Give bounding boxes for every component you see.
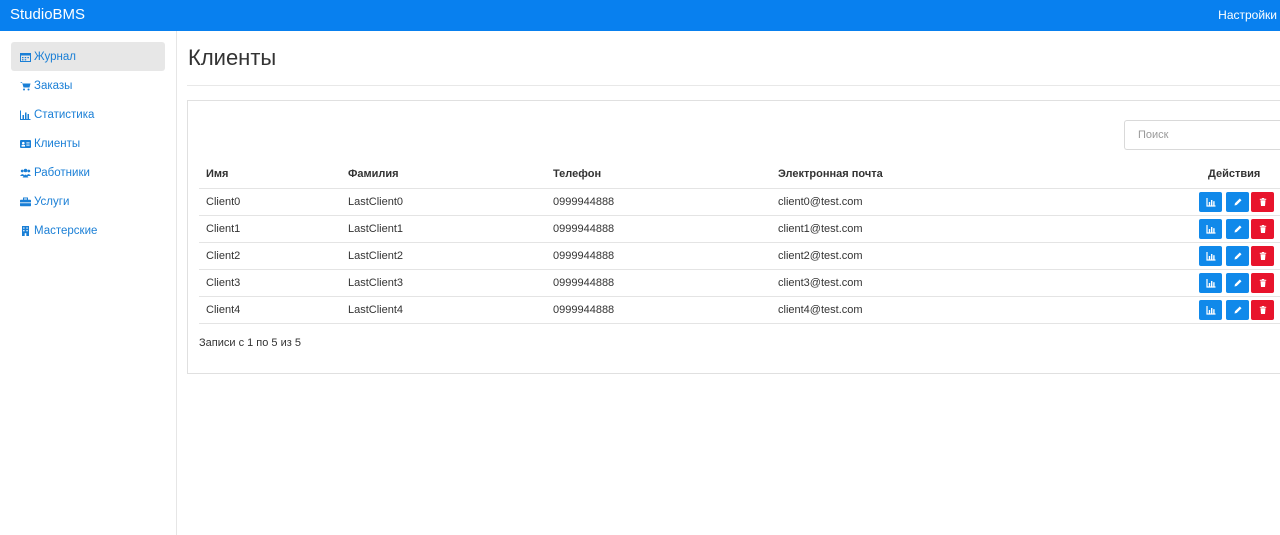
cell-first-name: Client1: [206, 223, 241, 235]
cart-icon: [20, 81, 31, 90]
clients-panel: Имя Фамилия Телефон Электронная почта Де…: [187, 100, 1280, 374]
cell-phone: 0999944888: [553, 277, 615, 289]
sidebar-item-workers[interactable]: Работники: [11, 158, 165, 187]
sidebar-item-label: Работники: [34, 166, 90, 179]
cell-phone: 0999944888: [553, 250, 615, 262]
contact-card-icon: [20, 139, 31, 148]
sidebar-item-label: Услуги: [34, 195, 70, 208]
cell-email: client0@test.com: [778, 196, 863, 208]
row-delete-button[interactable]: [1251, 192, 1274, 212]
column-header-last-name[interactable]: Фамилия: [348, 168, 399, 180]
cell-last-name: LastClient2: [348, 250, 404, 262]
sidebar-item-statistics[interactable]: Статистика: [11, 100, 165, 129]
cell-phone: 0999944888: [553, 223, 615, 235]
bar-chart-icon: [1205, 198, 1215, 207]
trash-icon: [1259, 279, 1266, 287]
brand-link[interactable]: StudioBMS: [10, 6, 85, 23]
cell-first-name: Client4: [206, 304, 241, 316]
search-input[interactable]: [1124, 120, 1280, 150]
row-divider: [199, 296, 1280, 297]
row-delete-button[interactable]: [1251, 300, 1274, 320]
row-stats-button[interactable]: [1199, 273, 1222, 293]
cell-email: client1@test.com: [778, 223, 863, 235]
column-header-email[interactable]: Электронная почта: [778, 168, 883, 180]
pencil-icon: [1234, 306, 1241, 314]
sidebar: Журнал Заказы Статистика Клиенты Работни…: [0, 31, 177, 535]
row-divider: [199, 323, 1280, 324]
row-edit-button[interactable]: [1226, 219, 1249, 239]
row-delete-button[interactable]: [1251, 219, 1274, 239]
page-title: Клиенты: [188, 45, 277, 70]
row-divider: [199, 215, 1280, 216]
sidebar-item-services[interactable]: Услуги: [11, 187, 165, 216]
settings-link[interactable]: Настройки: [1218, 8, 1277, 22]
cell-first-name: Client2: [206, 250, 241, 262]
sidebar-item-label: Статистика: [34, 108, 95, 121]
pencil-icon: [1234, 252, 1241, 260]
cell-phone: 0999944888: [553, 304, 615, 316]
row-divider: [199, 242, 1280, 243]
trash-icon: [1259, 225, 1266, 233]
cell-phone: 0999944888: [553, 196, 615, 208]
row-edit-button[interactable]: [1226, 273, 1249, 293]
sidebar-item-workshops[interactable]: Мастерские: [11, 216, 165, 245]
sidebar-item-clients[interactable]: Клиенты: [11, 129, 165, 158]
cell-last-name: LastClient4: [348, 304, 404, 316]
bar-chart-icon: [1205, 306, 1215, 315]
calendar-icon: [20, 52, 31, 62]
row-edit-button[interactable]: [1226, 192, 1249, 212]
users-icon: [20, 168, 31, 177]
pencil-icon: [1234, 225, 1241, 233]
sidebar-item-orders[interactable]: Заказы: [11, 71, 165, 100]
row-stats-button[interactable]: [1199, 246, 1222, 266]
row-delete-button[interactable]: [1251, 246, 1274, 266]
trash-icon: [1259, 252, 1266, 260]
bar-chart-icon: [1205, 279, 1215, 288]
row-edit-button[interactable]: [1226, 300, 1249, 320]
cell-last-name: LastClient1: [348, 223, 404, 235]
row-edit-button[interactable]: [1226, 246, 1249, 266]
sidebar-item-label: Клиенты: [34, 137, 81, 150]
briefcase-icon: [20, 197, 31, 206]
trash-icon: [1259, 198, 1266, 206]
main-content: Клиенты Имя Фамилия Телефон Электронная …: [177, 31, 1280, 535]
top-navbar: StudioBMS Настройки: [0, 0, 1280, 31]
pencil-icon: [1234, 198, 1241, 206]
bar-chart-icon: [1205, 252, 1215, 261]
cell-email: client3@test.com: [778, 277, 863, 289]
sidebar-item-label: Журнал: [34, 50, 76, 63]
sidebar-item-journal[interactable]: Журнал: [11, 42, 165, 71]
title-divider: [187, 85, 1280, 86]
column-header-phone[interactable]: Телефон: [553, 168, 601, 180]
cell-last-name: LastClient3: [348, 277, 404, 289]
cell-email: client2@test.com: [778, 250, 863, 262]
bar-chart-icon: [1205, 225, 1215, 234]
cell-first-name: Client3: [206, 277, 241, 289]
row-stats-button[interactable]: [1199, 192, 1222, 212]
bar-chart-icon: [20, 110, 31, 120]
sidebar-item-label: Мастерские: [34, 224, 98, 237]
column-header-actions: Действия: [1208, 168, 1261, 180]
header-divider: [199, 188, 1280, 189]
cell-last-name: LastClient0: [348, 196, 404, 208]
cell-first-name: Client0: [206, 196, 241, 208]
row-stats-button[interactable]: [1199, 300, 1222, 320]
row-stats-button[interactable]: [1199, 219, 1222, 239]
row-delete-button[interactable]: [1251, 273, 1274, 293]
row-divider: [199, 269, 1280, 270]
pencil-icon: [1234, 279, 1241, 287]
trash-icon: [1259, 306, 1266, 314]
cell-email: client4@test.com: [778, 304, 863, 316]
table-info: Записи с 1 по 5 из 5: [199, 337, 301, 349]
column-header-first-name[interactable]: Имя: [206, 168, 228, 180]
sidebar-item-label: Заказы: [34, 79, 73, 92]
building-icon: [22, 225, 29, 236]
